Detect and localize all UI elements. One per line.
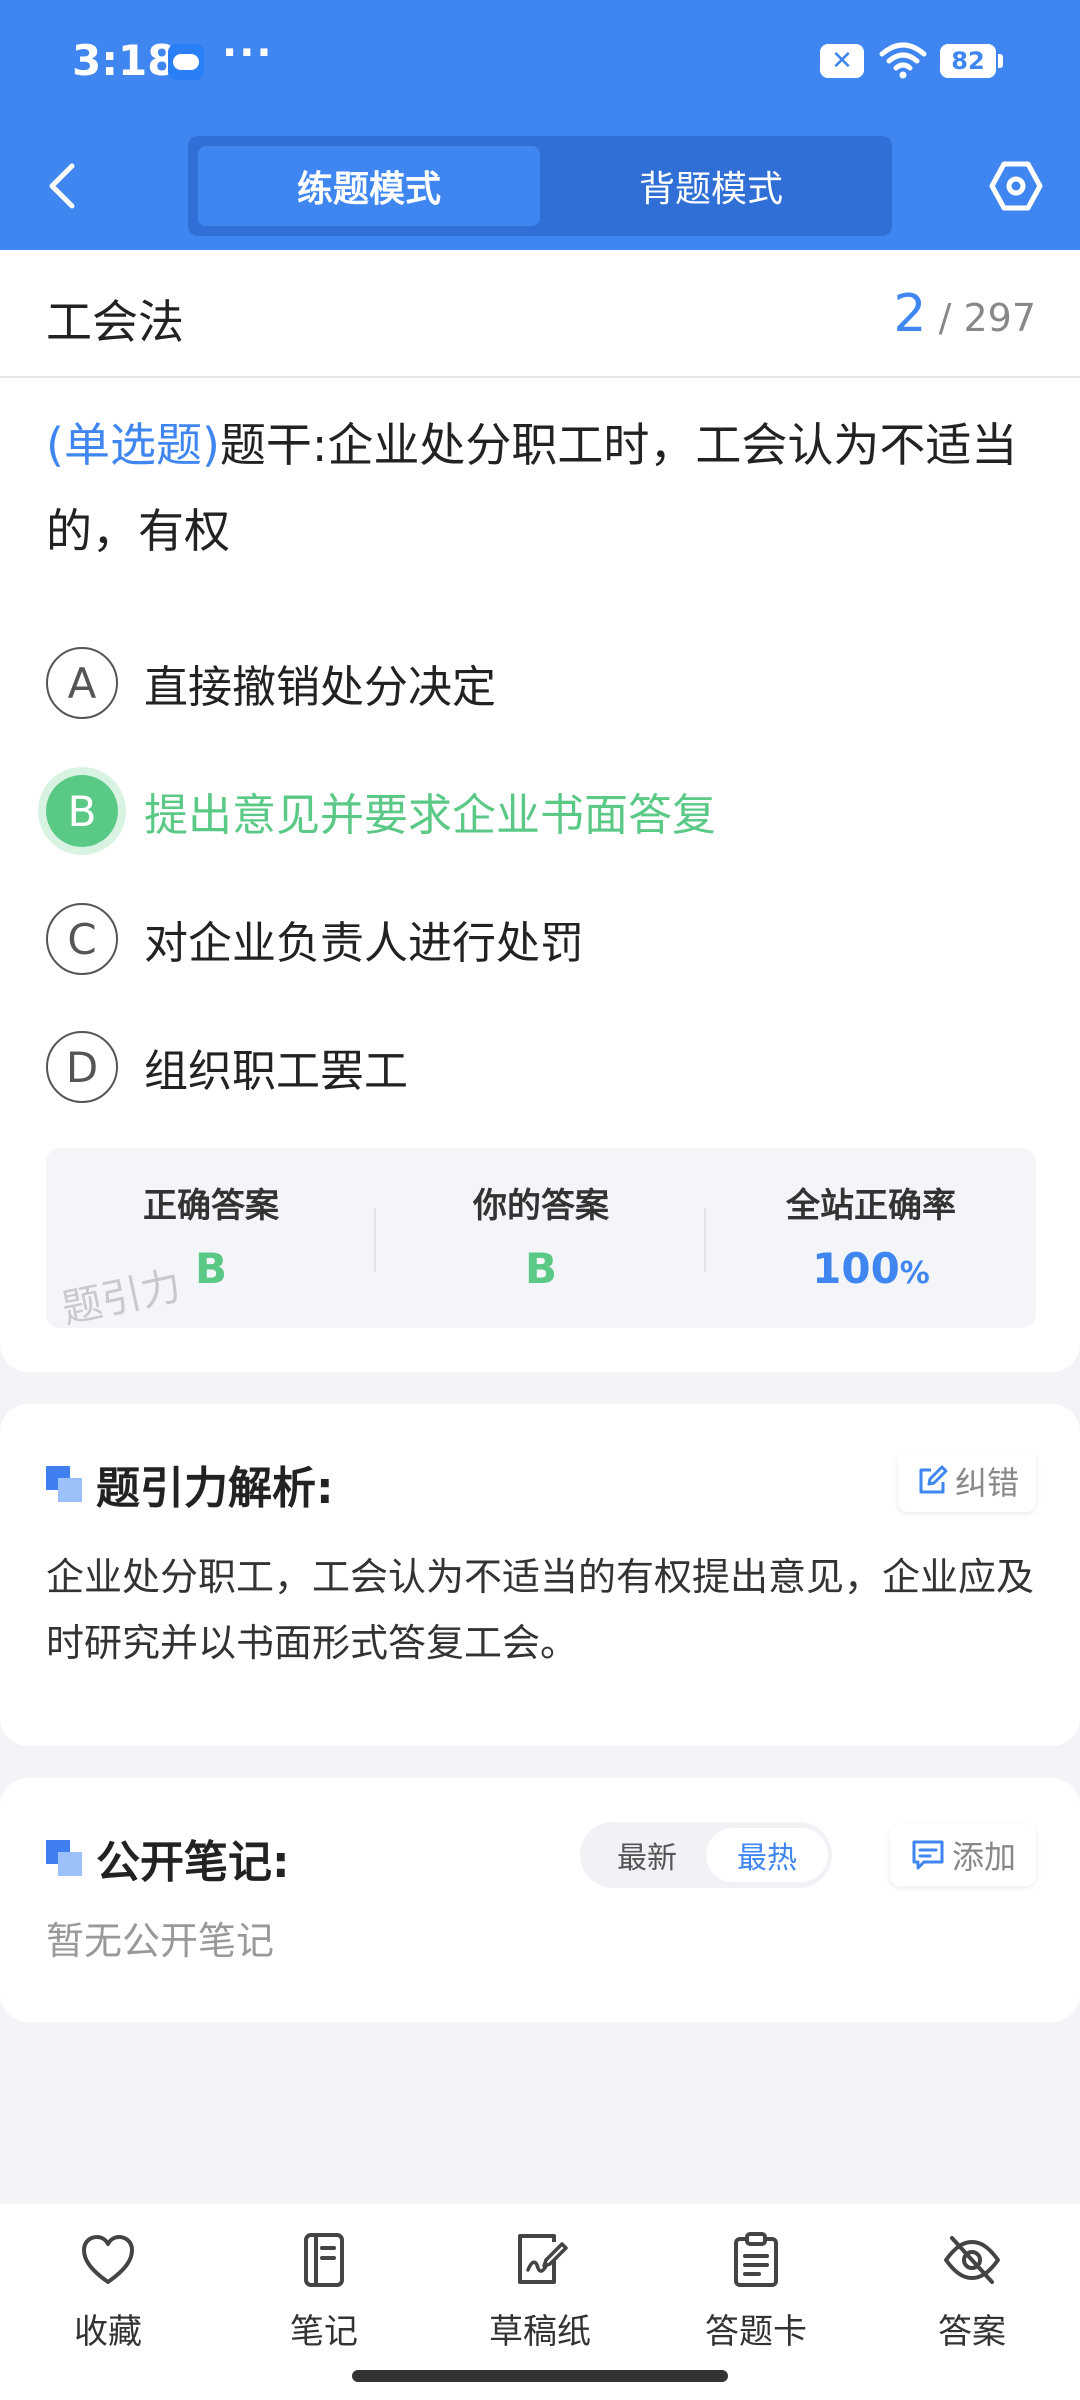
clipboard-icon: [734, 2232, 778, 2287]
subject-row: 工会法 2 / 297: [0, 250, 1080, 378]
add-note-label: 添加: [951, 1838, 1016, 1876]
accuracy-label: 全站正确率: [786, 1186, 956, 1226]
comment-icon: [912, 1840, 944, 1870]
your-answer-label: 你的答案: [473, 1186, 609, 1226]
report-error-label: 纠错: [954, 1464, 1019, 1502]
notes-label: 笔记: [290, 2312, 358, 2352]
option-b-letter: B: [46, 775, 118, 847]
question-card: 工会法 2 / 297 (单选题)题干:企业处分职工时，工会认为不适当的，有权 …: [0, 250, 1080, 1372]
eye-off-icon: [944, 2236, 1000, 2284]
total-questions: 297: [963, 296, 1036, 340]
tab-practice-mode[interactable]: 练题模式: [198, 146, 540, 226]
status-bar: 3:18 ··· ✕ 82: [0, 0, 1080, 120]
scratch-paper-label: 草稿纸: [489, 2312, 591, 2352]
accuracy-value: 100%: [706, 1244, 1036, 1293]
option-c-letter: C: [46, 903, 118, 975]
sort-newest[interactable]: 最新: [586, 1828, 708, 1882]
settings-hexagon-icon[interactable]: [988, 158, 1044, 214]
answer-sheet-button[interactable]: 答题卡: [656, 2230, 856, 2360]
current-question-number: 2: [893, 284, 927, 344]
weather-app-icon: [168, 44, 204, 80]
notebook-icon: [304, 2233, 344, 2287]
back-arrow-icon[interactable]: [40, 158, 88, 214]
accuracy-stat: 全站正确率 100%: [706, 1148, 1036, 1328]
progress-separator: /: [938, 296, 952, 340]
option-d[interactable]: D 组织职工罢工: [46, 1022, 1036, 1112]
answer-stats: 正确答案 B 你的答案 B 全站正确率 100% 题引力: [46, 1148, 1036, 1333]
your-answer-stat: 你的答案 B: [376, 1148, 706, 1328]
home-indicator[interactable]: [352, 2370, 728, 2382]
no-sim-icon: ✕: [820, 44, 864, 78]
subject-title: 工会法: [46, 295, 184, 349]
analysis-title: 题引力解析:: [46, 1454, 334, 1514]
analysis-card: 题引力解析: 纠错 企业处分职工，工会认为不适当的有权提出意见，企业应及时研究并…: [0, 1404, 1080, 1746]
scratch-paper-button[interactable]: 草稿纸: [440, 2230, 640, 2360]
notes-sort-toggle: 最新 最热: [580, 1822, 832, 1888]
question-stem: (单选题)题干:企业处分职工时，工会认为不适当的，有权: [46, 402, 1040, 574]
your-answer-value: B: [524, 1244, 557, 1293]
option-a-text: 直接撤销处分决定: [144, 662, 496, 713]
question-progress[interactable]: 2 / 297: [893, 284, 1036, 344]
scratch-paper-icon: [518, 2234, 568, 2284]
notes-title-text: 公开笔记:: [96, 1837, 290, 1888]
option-b-text: 提出意见并要求企业书面答复: [144, 790, 716, 841]
option-c[interactable]: C 对企业负责人进行处罚: [46, 894, 1036, 984]
favorite-button[interactable]: 收藏: [8, 2230, 208, 2360]
public-notes-card: 公开笔记: 最新 最热 添加 暂无公开笔记: [0, 1778, 1080, 2022]
wifi-icon: [879, 42, 927, 79]
question-type: (单选题): [46, 418, 220, 472]
option-b[interactable]: B 提出意见并要求企业书面答复: [46, 766, 1036, 856]
accuracy-number: 100: [812, 1244, 900, 1293]
app-header: 3:18 ··· ✕ 82 练题模式 背题模式: [0, 0, 1080, 250]
sort-hottest[interactable]: 最热: [706, 1828, 828, 1882]
analysis-title-text: 题引力解析:: [96, 1463, 334, 1514]
notes-title: 公开笔记:: [46, 1828, 290, 1888]
section-squares-icon: [46, 1840, 82, 1876]
toggle-answer-button[interactable]: 答案: [872, 2230, 1072, 2360]
mode-switch: 练题模式 背题模式: [188, 136, 892, 236]
section-squares-icon: [46, 1466, 82, 1502]
accuracy-unit: %: [899, 1256, 930, 1291]
correct-answer-label: 正确答案: [143, 1186, 279, 1226]
favorite-label: 收藏: [74, 2312, 142, 2352]
answer-label: 答案: [938, 2312, 1006, 2352]
more-notifications-icon: ···: [222, 30, 274, 76]
option-d-letter: D: [46, 1031, 118, 1103]
option-d-text: 组织职工罢工: [144, 1046, 408, 1097]
option-c-text: 对企业负责人进行处罚: [144, 918, 584, 969]
analysis-text: 企业处分职工，工会认为不适当的有权提出意见，企业应及时研究并以书面形式答复工会。: [46, 1555, 1035, 1665]
edit-icon: [919, 1465, 948, 1494]
tab-memorize-mode[interactable]: 背题模式: [540, 146, 882, 226]
add-note-button[interactable]: 添加: [890, 1824, 1036, 1886]
notes-button[interactable]: 笔记: [224, 2230, 424, 2360]
heart-icon: [82, 2235, 134, 2284]
option-a-letter: A: [46, 647, 118, 719]
answer-sheet-label: 答题卡: [705, 2312, 807, 2352]
battery-icon: 82: [940, 44, 1003, 78]
status-time: 3:18: [72, 36, 177, 85]
option-a[interactable]: A 直接撤销处分决定: [46, 638, 1036, 728]
empty-notes-text: 暂无公开笔记: [46, 1919, 275, 1963]
report-error-button[interactable]: 纠错: [898, 1450, 1036, 1512]
